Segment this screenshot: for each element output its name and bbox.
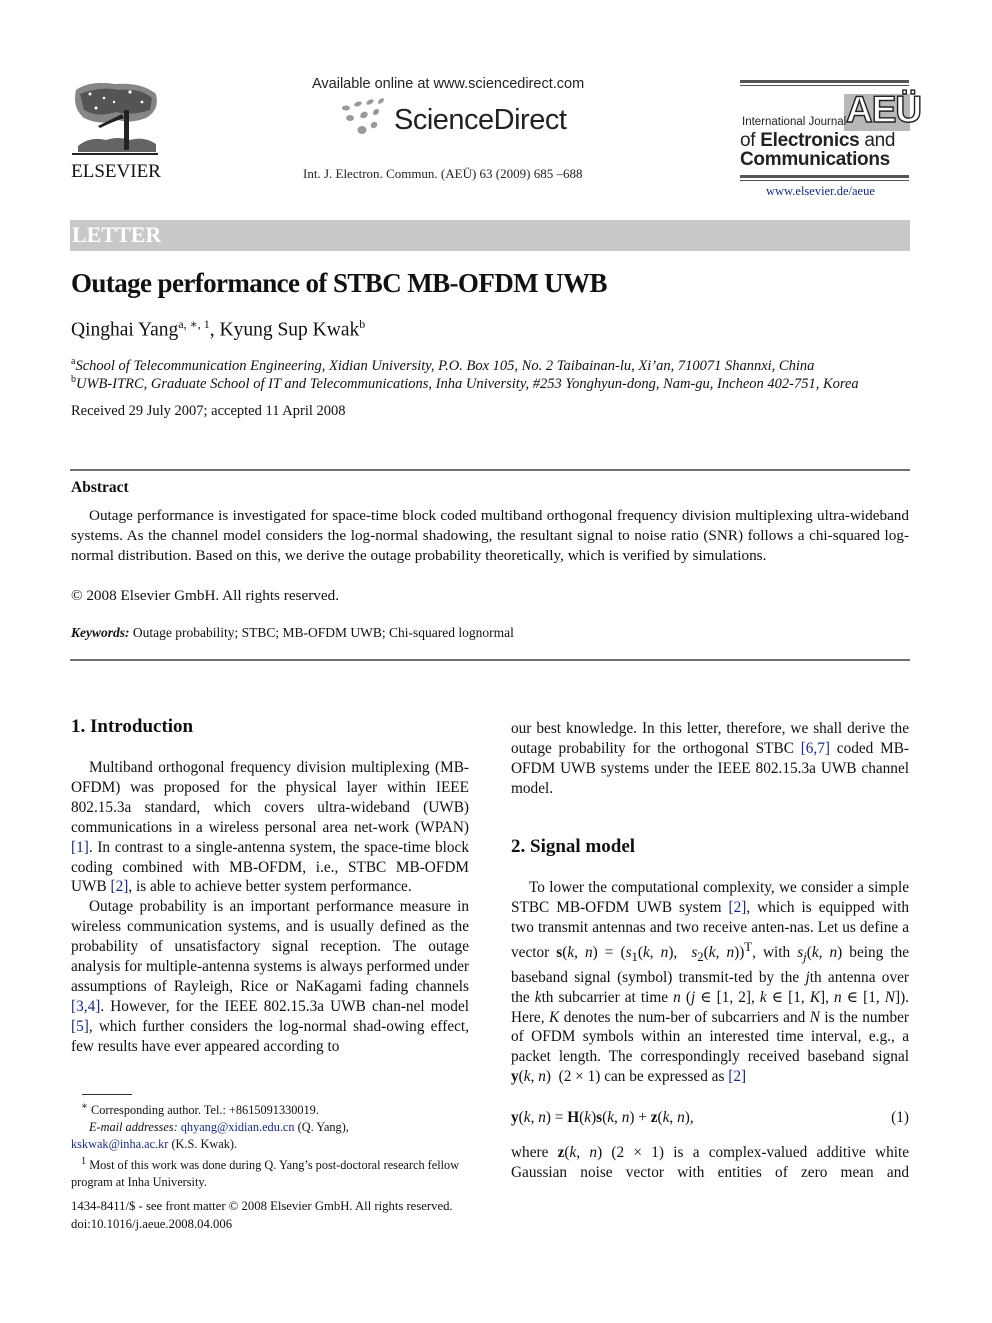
- footnotes: ∗ Corresponding author. Tel.: +861509133…: [71, 1098, 471, 1191]
- received-dates: Received 29 July 2007; accepted 11 April…: [71, 403, 346, 419]
- front-matter: 1434-8411/$ - see front matter © 2008 El…: [71, 1197, 453, 1233]
- footnote-emails: E-mail addresses: qhyang@xidian.edu.cn (…: [89, 1120, 349, 1135]
- footnote-rule: [82, 1094, 132, 1095]
- author-marks[interactable]: a, ∗, 1: [178, 317, 209, 331]
- footnote-1: 1 Most of this work was done during Q. Y…: [71, 1156, 460, 1190]
- author-separator: ,: [209, 319, 220, 341]
- issn-line: 1434-8411/$ - see front matter © 2008 El…: [71, 1199, 453, 1213]
- signal-model-body-cont: where z(k, n) (2 × 1) is a complex-value…: [511, 1143, 909, 1183]
- signal-model-paragraph: where z(k, n) (2 × 1) is a complex-value…: [511, 1144, 910, 1181]
- sciencedirect-wordmark: ScienceDirect: [394, 104, 567, 136]
- intro-paragraph: our best knowledge. In this letter, ther…: [511, 720, 909, 797]
- author-name[interactable]: Qinghai Yang: [71, 320, 178, 341]
- email-link[interactable]: kskwak@inha.ac.kr: [71, 1137, 168, 1151]
- citation-link[interactable]: [1]: [71, 839, 89, 856]
- aeu-rule-top: [740, 80, 909, 83]
- abstract-heading: Abstract: [71, 479, 129, 496]
- doi[interactable]: doi:10.1016/j.aeue.2008.04.006: [71, 1215, 453, 1233]
- author-list: Qinghai Yanga, ∗, 1, Kyung Sup Kwakb: [71, 317, 365, 342]
- divider: [70, 659, 910, 661]
- intro-paragraph: Outage probability is an important perfo…: [71, 898, 469, 1055]
- aeu-rule-bottom: [740, 175, 909, 178]
- abstract-copyright: © 2008 Elsevier GmbH. All rights reserve…: [71, 587, 339, 604]
- aeu-letters: AEÜ: [845, 89, 923, 130]
- aeu-international-journal: International Journal: [742, 116, 847, 128]
- affiliation-text: School of Telecommunication Engineering,…: [75, 357, 815, 374]
- equation-1: y(k, n) = H(k)s(k, n) + z(k, n), (1): [511, 1109, 909, 1127]
- citation-link[interactable]: [2]: [728, 1068, 746, 1085]
- aeu-electronics: Electronics: [760, 130, 860, 151]
- divider: [70, 469, 910, 471]
- aeu-rule-bottom-thin: [740, 180, 909, 181]
- equation-body: y(k, n) = H(k)s(k, n) + z(k, n),: [511, 1109, 694, 1126]
- citation-link[interactable]: [5]: [71, 1018, 89, 1035]
- equation-number: (1): [891, 1109, 909, 1126]
- journal-citation: Int. J. Electron. Commun. (AEÜ) 63 (2009…: [303, 166, 583, 181]
- article-type-label: LETTER: [72, 222, 162, 247]
- citation-link[interactable]: [3,4]: [71, 998, 100, 1015]
- section-heading-signal-model: 2. Signal model: [511, 836, 636, 857]
- article-title: Outage performance of STBC MB-OFDM UWB: [71, 268, 607, 298]
- elsevier-wordmark: ELSEVIER: [71, 161, 161, 182]
- journal-url-link[interactable]: www.elsevier.de/aeue: [766, 184, 875, 199]
- available-online-text[interactable]: Available online at www.sciencedirect.co…: [312, 76, 602, 92]
- email-link[interactable]: qhyang@xidian.edu.cn: [181, 1120, 295, 1134]
- aeu-of: of: [740, 130, 761, 151]
- intro-paragraph: Multiband orthogonal frequency division …: [71, 759, 469, 896]
- author-marks[interactable]: b: [359, 317, 365, 331]
- aeu-rule-top-thin: [740, 85, 909, 86]
- footnote-emails-cont: kskwak@inha.ac.kr (K.S. Kwak).: [71, 1137, 238, 1152]
- sciencedirect-logo[interactable]: ScienceDirect: [336, 98, 576, 140]
- intro-body: Multiband orthogonal frequency division …: [71, 758, 469, 1057]
- citation-link[interactable]: [6,7]: [801, 740, 830, 757]
- citation-link[interactable]: [2]: [111, 878, 129, 895]
- aeu-communications: Communications: [740, 149, 890, 170]
- intro-continued: our best knowledge. In this letter, ther…: [511, 719, 909, 799]
- abstract-text: Outage performance is investigated for s…: [71, 507, 909, 564]
- affiliation: aSchool of Telecommunication Engineering…: [71, 356, 814, 375]
- article-type-bar: LETTER: [70, 220, 910, 251]
- citation-link[interactable]: [2]: [729, 899, 747, 916]
- section-heading-introduction: 1. Introduction: [71, 716, 194, 737]
- aeu-and: and: [859, 130, 896, 151]
- keywords-label: Keywords:: [71, 625, 130, 640]
- signal-model-body: To lower the computational complexity, w…: [511, 878, 909, 1087]
- elsevier-tree-icon: [72, 82, 158, 155]
- footnote-corresponding: ∗ Corresponding author. Tel.: +861509133…: [81, 1101, 319, 1118]
- affiliation-text: UWB-ITRC, Graduate School of IT and Tele…: [76, 375, 859, 392]
- keywords-list: Outage probability; STBC; MB-OFDM UWB; C…: [132, 625, 514, 640]
- aeu-journal-logo: AEÜ International Journal of Electronics…: [740, 80, 923, 185]
- keywords: Keywords: Outage probability; STBC; MB-O…: [71, 625, 514, 641]
- sciencedirect-dots-icon: [342, 98, 384, 134]
- author-name[interactable]: Kyung Sup Kwak: [220, 320, 360, 341]
- affiliation: bUWB-ITRC, Graduate School of IT and Tel…: [71, 374, 859, 393]
- signal-model-paragraph: To lower the computational complexity, w…: [511, 879, 910, 1086]
- elsevier-logo: ELSEVIER: [70, 80, 162, 184]
- abstract-body: Outage performance is investigated for s…: [71, 506, 909, 566]
